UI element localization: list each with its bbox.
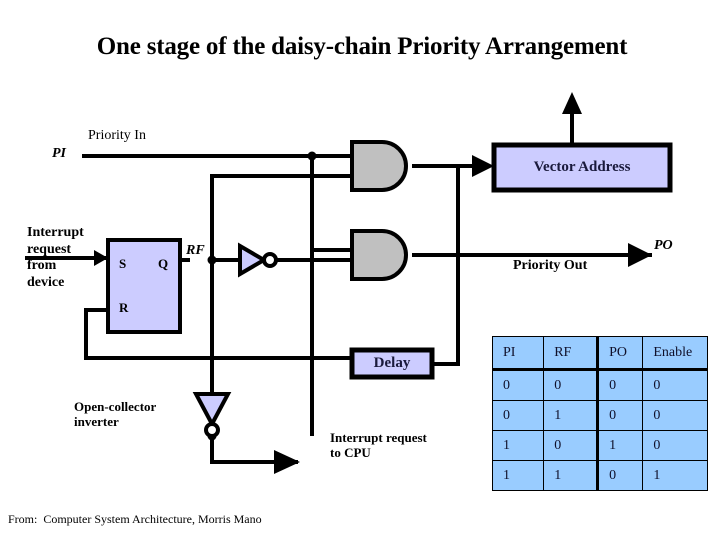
and-gate-lower xyxy=(350,229,408,281)
arrow-vector-address-up xyxy=(562,92,582,114)
cell-rf: 0 xyxy=(543,430,599,461)
flip-flop-s-label: S xyxy=(119,256,127,271)
cell-pi: 0 xyxy=(491,400,545,431)
cell-rf: 1 xyxy=(543,400,599,431)
priority-out-label: Priority Out xyxy=(513,258,588,273)
arrow-into-vector-address xyxy=(472,155,494,177)
cell-pi: 1 xyxy=(491,460,545,491)
cell-po: 0 xyxy=(596,400,644,431)
arrow-interrupt-to-cpu xyxy=(274,450,300,474)
pi-label: PI xyxy=(52,146,66,161)
vector-address-label: Vector Address xyxy=(533,158,631,175)
page-title: One stage of the daisy-chain Priority Ar… xyxy=(96,33,628,60)
cell-enable: 0 xyxy=(642,369,708,401)
table-header-po: PO xyxy=(596,336,644,371)
table-row: 1 1 0 1 xyxy=(491,460,708,491)
po-label: PO xyxy=(654,238,673,253)
delay-label: Delay xyxy=(373,354,411,371)
junction-dot-rf xyxy=(207,255,217,265)
cell-po: 0 xyxy=(596,460,644,491)
open-collector-inverter-bubble xyxy=(204,422,220,438)
junction-dot-pi xyxy=(307,151,317,161)
open-collector-inverter-label: Open-collector inverter xyxy=(74,399,157,430)
table-header-row: PI RF PO Enable xyxy=(491,336,708,371)
flip-flop-q-label: Q xyxy=(158,256,169,271)
table-header-enable: Enable xyxy=(642,336,708,371)
cell-rf: 0 xyxy=(543,369,599,401)
table-header-pi: PI xyxy=(491,336,545,371)
cell-po: 1 xyxy=(596,430,644,461)
open-collector-inverter-triangle xyxy=(192,392,232,429)
cell-pi: 1 xyxy=(491,430,545,461)
interrupt-request-to-cpu-label: Interrupt request to CPU xyxy=(330,430,427,461)
cell-pi: 0 xyxy=(491,369,545,401)
cell-enable: 1 xyxy=(642,460,708,491)
flip-flop-r-label: R xyxy=(119,300,129,315)
arrow-into-s xyxy=(94,250,108,266)
table-row: 0 0 0 0 xyxy=(491,369,708,401)
arrow-po xyxy=(628,243,652,267)
cell-enable: 0 xyxy=(642,430,708,461)
table-row: 0 1 0 0 xyxy=(491,400,708,431)
cell-rf: 1 xyxy=(543,460,599,491)
interrupt-request-from-device-label: Interrupt request from device xyxy=(27,225,84,290)
rf-inverter-bubble xyxy=(262,252,278,268)
truth-table: PI RF PO Enable 0 0 0 0 0 1 0 0 1 0 1 0 … xyxy=(491,336,708,491)
cell-po: 0 xyxy=(596,369,644,401)
cell-enable: 0 xyxy=(642,400,708,431)
priority-in-label: Priority In xyxy=(88,128,146,143)
table-row: 1 0 1 0 xyxy=(491,430,708,461)
table-header-rf: RF xyxy=(543,336,599,371)
sr-flip-flop-box xyxy=(106,238,182,334)
slide-canvas: One stage of the daisy-chain Priority Ar… xyxy=(0,0,720,540)
rf-label: RF xyxy=(186,243,205,258)
rf-inverter-triangle xyxy=(238,242,268,278)
and-gate-upper xyxy=(350,140,408,192)
source-attribution: From: Computer System Architecture, Morr… xyxy=(8,512,262,526)
